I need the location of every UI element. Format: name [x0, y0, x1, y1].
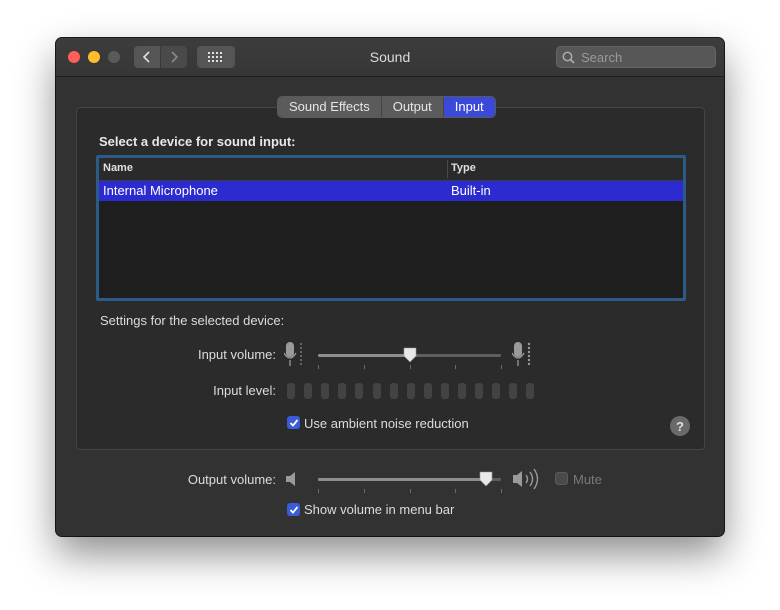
level-bar — [458, 383, 466, 399]
device-name: Internal Microphone — [103, 183, 218, 198]
input-volume-thumb[interactable] — [403, 347, 417, 363]
output-volume-fill — [318, 478, 486, 481]
output-volume-label: Output volume: — [187, 472, 276, 487]
speaker-low-icon — [286, 472, 295, 486]
level-bar — [304, 383, 312, 399]
level-bar — [492, 383, 500, 399]
speaker-high-icon — [513, 468, 539, 490]
level-bar — [287, 383, 295, 399]
input-volume-slider[interactable] — [318, 347, 501, 363]
slider-tick — [501, 365, 502, 369]
level-bar — [373, 383, 381, 399]
slider-tick — [410, 365, 411, 369]
slider-tick — [410, 489, 411, 493]
show-volume-checkbox[interactable] — [287, 503, 300, 516]
checkmark-icon — [289, 505, 298, 514]
slider-tick — [501, 489, 502, 493]
table-header: Name Type — [99, 158, 683, 181]
level-bar — [424, 383, 432, 399]
input-device-table[interactable]: Name Type Internal Microphone Built-in — [96, 155, 686, 301]
column-header-type[interactable]: Type — [451, 162, 476, 174]
sound-preferences-window: Sound Sound Effects Output Input Select … — [56, 38, 724, 536]
search-input[interactable] — [579, 48, 708, 66]
help-button[interactable]: ? — [670, 416, 690, 436]
mute-label[interactable]: Mute — [573, 472, 602, 487]
column-divider — [447, 160, 448, 178]
checkmark-icon — [289, 418, 298, 427]
level-bar — [390, 383, 398, 399]
device-type: Built-in — [451, 183, 491, 198]
level-bar — [526, 383, 534, 399]
ambient-noise-checkbox[interactable] — [287, 416, 300, 429]
output-volume-slider[interactable] — [318, 471, 501, 487]
slider-tick — [364, 365, 365, 369]
mute-checkbox[interactable] — [555, 472, 568, 485]
slider-tick — [455, 365, 456, 369]
input-volume-fill — [318, 354, 410, 357]
slider-tick — [318, 365, 319, 369]
tab-sound-effects[interactable]: Sound Effects — [278, 97, 382, 117]
level-bar — [338, 383, 346, 399]
input-volume-label: Input volume: — [197, 347, 276, 362]
slider-tick — [455, 489, 456, 493]
slider-tick — [318, 489, 319, 493]
input-level-label: Input level: — [213, 383, 276, 398]
tab-output[interactable]: Output — [381, 97, 444, 117]
section-title: Select a device for sound input: — [99, 134, 296, 149]
column-header-name[interactable]: Name — [103, 162, 133, 174]
show-volume-label[interactable]: Show volume in menu bar — [304, 502, 454, 517]
microphone-low-icon — [284, 342, 302, 366]
search-icon — [562, 51, 575, 64]
output-volume-thumb[interactable] — [479, 471, 493, 487]
microphone-high-icon — [512, 342, 531, 366]
level-bar — [321, 383, 329, 399]
search-field[interactable] — [556, 46, 716, 68]
ambient-noise-label[interactable]: Use ambient noise reduction — [304, 416, 469, 431]
level-bar — [509, 383, 517, 399]
settings-label: Settings for the selected device: — [100, 313, 285, 328]
level-bar — [355, 383, 363, 399]
tab-bar: Sound Effects Output Input — [277, 96, 496, 118]
table-row[interactable]: Internal Microphone Built-in — [99, 181, 683, 201]
tab-input[interactable]: Input — [443, 97, 495, 117]
level-bar — [407, 383, 415, 399]
level-bar — [475, 383, 483, 399]
level-bar — [441, 383, 449, 399]
title-bar: Sound — [56, 38, 724, 77]
slider-tick — [364, 489, 365, 493]
